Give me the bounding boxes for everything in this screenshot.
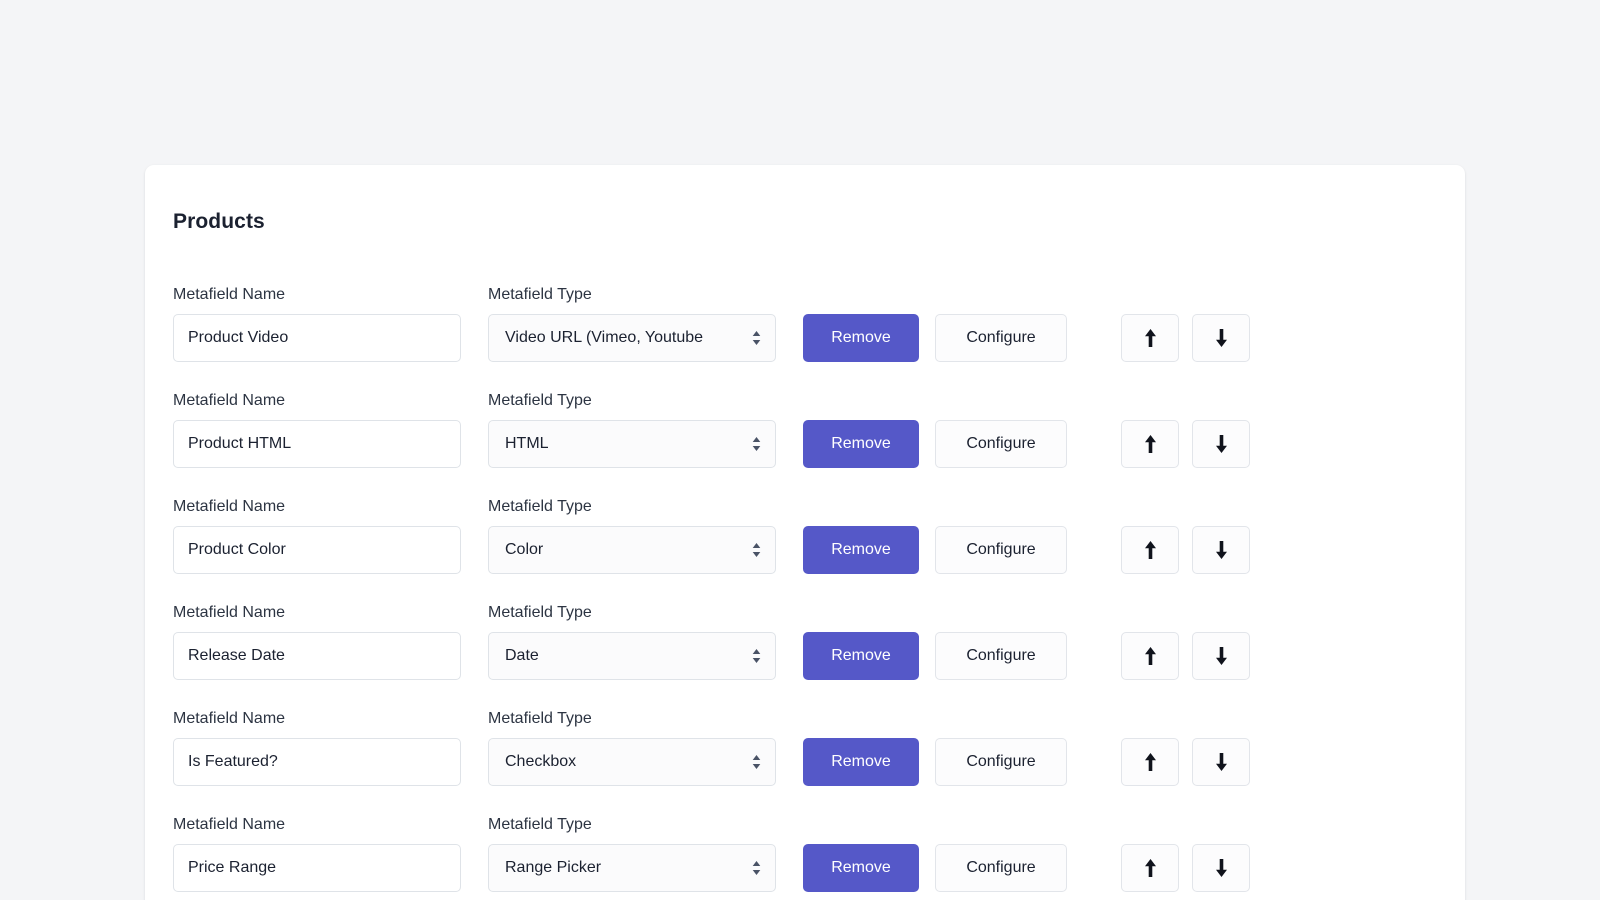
arrow-up-icon xyxy=(1144,540,1157,560)
metafield-row-2: Metafield Name Metafield Type HTML Remov… xyxy=(145,362,1465,468)
metafield-type-label: Metafield Type xyxy=(488,709,776,729)
metafield-type-field: Metafield Type Checkbox xyxy=(488,709,776,786)
metafield-type-select[interactable]: HTML xyxy=(488,420,776,468)
move-up-button[interactable] xyxy=(1121,844,1179,892)
metafield-name-field: Metafield Name xyxy=(173,603,461,680)
move-up-button[interactable] xyxy=(1121,738,1179,786)
arrow-up-icon xyxy=(1144,858,1157,878)
metafield-type-field: Metafield Type Video URL (Vimeo, Youtube xyxy=(488,285,776,362)
configure-button[interactable]: Configure xyxy=(935,738,1067,786)
page-root: Products Metafield Name Metafield Type V… xyxy=(0,0,1600,900)
move-up-button[interactable] xyxy=(1121,632,1179,680)
metafield-type-select-value: Range Picker xyxy=(488,844,776,892)
products-metafields-card: Products Metafield Name Metafield Type V… xyxy=(145,165,1465,900)
move-down-button[interactable] xyxy=(1192,844,1250,892)
remove-button[interactable]: Remove xyxy=(803,314,919,362)
arrow-down-icon xyxy=(1215,752,1228,772)
configure-button[interactable]: Configure xyxy=(935,632,1067,680)
move-up-button[interactable] xyxy=(1121,526,1179,574)
metafield-type-select[interactable]: Date xyxy=(488,632,776,680)
remove-button[interactable]: Remove xyxy=(803,738,919,786)
move-down-button[interactable] xyxy=(1192,526,1250,574)
metafield-name-input[interactable] xyxy=(173,844,461,892)
metafield-row-6: Metafield Name Metafield Type Range Pick… xyxy=(145,786,1465,892)
move-down-button[interactable] xyxy=(1192,420,1250,468)
metafield-type-select-value: HTML xyxy=(488,420,776,468)
metafield-type-label: Metafield Type xyxy=(488,815,776,835)
metafield-row-4: Metafield Name Metafield Type Date Remov… xyxy=(145,574,1465,680)
metafield-name-field: Metafield Name xyxy=(173,285,461,362)
metafield-type-label: Metafield Type xyxy=(488,497,776,517)
metafield-type-select-value: Date xyxy=(488,632,776,680)
metafield-name-label: Metafield Name xyxy=(173,391,461,411)
arrow-up-icon xyxy=(1144,646,1157,666)
metafield-name-field: Metafield Name xyxy=(173,815,461,892)
remove-button[interactable]: Remove xyxy=(803,420,919,468)
arrow-down-icon xyxy=(1215,858,1228,878)
metafield-type-select[interactable]: Range Picker xyxy=(488,844,776,892)
metafield-name-label: Metafield Name xyxy=(173,285,461,305)
arrow-up-icon xyxy=(1144,328,1157,348)
metafield-type-select[interactable]: Video URL (Vimeo, Youtube xyxy=(488,314,776,362)
metafield-type-field: Metafield Type Color xyxy=(488,497,776,574)
metafield-row-5: Metafield Name Metafield Type Checkbox R… xyxy=(145,680,1465,786)
remove-button[interactable]: Remove xyxy=(803,526,919,574)
metafield-type-field: Metafield Type HTML xyxy=(488,391,776,468)
metafield-name-label: Metafield Name xyxy=(173,709,461,729)
move-down-button[interactable] xyxy=(1192,314,1250,362)
metafield-name-label: Metafield Name xyxy=(173,815,461,835)
metafield-type-select[interactable]: Color xyxy=(488,526,776,574)
metafield-type-field: Metafield Type Range Picker xyxy=(488,815,776,892)
metafield-name-input[interactable] xyxy=(173,632,461,680)
arrow-down-icon xyxy=(1215,434,1228,454)
page-title: Products xyxy=(173,210,1465,234)
remove-button[interactable]: Remove xyxy=(803,844,919,892)
metafield-name-field: Metafield Name xyxy=(173,391,461,468)
arrow-down-icon xyxy=(1215,540,1228,560)
metafield-name-input[interactable] xyxy=(173,526,461,574)
configure-button[interactable]: Configure xyxy=(935,314,1067,362)
metafield-name-input[interactable] xyxy=(173,738,461,786)
metafield-name-input[interactable] xyxy=(173,420,461,468)
move-up-button[interactable] xyxy=(1121,420,1179,468)
metafield-type-select-value: Video URL (Vimeo, Youtube xyxy=(488,314,776,362)
move-down-button[interactable] xyxy=(1192,632,1250,680)
arrow-up-icon xyxy=(1144,434,1157,454)
metafield-type-select-value: Color xyxy=(488,526,776,574)
metafield-rows-list: Metafield Name Metafield Type Video URL … xyxy=(145,256,1465,892)
metafield-name-input[interactable] xyxy=(173,314,461,362)
metafield-row-3: Metafield Name Metafield Type Color Remo… xyxy=(145,468,1465,574)
metafield-type-label: Metafield Type xyxy=(488,603,776,623)
move-up-button[interactable] xyxy=(1121,314,1179,362)
move-down-button[interactable] xyxy=(1192,738,1250,786)
metafield-name-field: Metafield Name xyxy=(173,709,461,786)
metafield-type-field: Metafield Type Date xyxy=(488,603,776,680)
arrow-down-icon xyxy=(1215,646,1228,666)
arrow-down-icon xyxy=(1215,328,1228,348)
metafield-type-label: Metafield Type xyxy=(488,391,776,411)
metafield-type-select-value: Checkbox xyxy=(488,738,776,786)
metafield-type-label: Metafield Type xyxy=(488,285,776,305)
configure-button[interactable]: Configure xyxy=(935,844,1067,892)
metafield-name-label: Metafield Name xyxy=(173,497,461,517)
configure-button[interactable]: Configure xyxy=(935,420,1067,468)
metafield-type-select[interactable]: Checkbox xyxy=(488,738,776,786)
remove-button[interactable]: Remove xyxy=(803,632,919,680)
arrow-up-icon xyxy=(1144,752,1157,772)
metafield-row-1: Metafield Name Metafield Type Video URL … xyxy=(145,256,1465,362)
configure-button[interactable]: Configure xyxy=(935,526,1067,574)
metafield-name-label: Metafield Name xyxy=(173,603,461,623)
metafield-name-field: Metafield Name xyxy=(173,497,461,574)
